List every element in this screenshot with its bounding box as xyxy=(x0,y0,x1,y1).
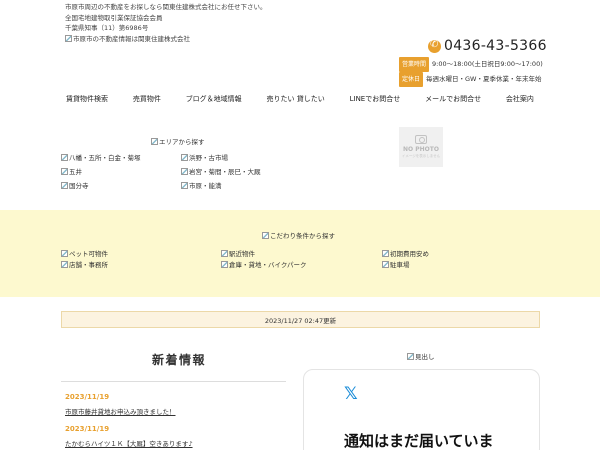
area-link-label: 浜野・古市場 xyxy=(189,154,228,162)
holiday-text: 毎週水曜日・GW・夏季休業・年末年始 xyxy=(426,75,542,83)
area-link-yawata[interactable]: 八幡・五所・白金・菊塚 xyxy=(61,152,141,162)
header-info: 市原市周辺の不動産をお探しなら関東住建株式会社にお任せ下さい。 全国宅地建物取引… xyxy=(65,2,267,44)
business-hours: 営業時間 9:00～18:00(土日祝日9:00～17:00) 定休日 毎週水曜… xyxy=(399,57,543,87)
header-license: 千葉県知事（11）第6986号 xyxy=(65,24,149,32)
broken-image-icon xyxy=(221,249,228,257)
hours-row: 営業時間 9:00～18:00(土日祝日9:00～17:00) xyxy=(399,57,543,72)
news-date: 2023/11/19 xyxy=(65,425,110,433)
news-divider xyxy=(61,381,286,382)
feature-link-label: 駅近物件 xyxy=(229,250,255,258)
broken-image-icon xyxy=(382,249,389,257)
broken-image-icon xyxy=(262,231,269,239)
hours-tag: 営業時間 xyxy=(399,57,430,72)
no-photo-title: NO PHOTO xyxy=(403,146,439,153)
area-link-label: 五井 xyxy=(69,168,82,176)
broken-image-icon xyxy=(181,167,188,175)
global-nav: 賃貸物件検索 売買物件 ブログ＆地域情報 売りたい 貸したい LINEでお問合せ… xyxy=(60,90,540,108)
feature-link-label: 倉庫・貸地・バイクパーク xyxy=(229,261,307,269)
feature-link-label: 店舗・事務所 xyxy=(69,261,108,269)
no-photo-subtitle: イメージを表示しません xyxy=(401,154,441,158)
camera-icon xyxy=(415,135,427,144)
broken-image-icon xyxy=(65,35,72,43)
feature-link-label: 初期費用安め xyxy=(390,250,429,258)
company-logo[interactable]: 市原市の不動産情報は関東住建株式会社 xyxy=(65,34,267,45)
header-association: 全国宅地建物取引業保証協会会員 xyxy=(65,13,163,22)
broken-image-icon xyxy=(221,260,228,268)
company-logo-alt: 市原市の不動産情報は関東住建株式会社 xyxy=(73,34,190,43)
nav-sell-lease[interactable]: 売りたい 貸したい xyxy=(261,94,331,104)
holiday-tag: 定休日 xyxy=(399,72,424,87)
last-updated-text: 2023/11/27 02:47更新 xyxy=(264,316,337,325)
sidebar-heading: 見出し xyxy=(407,351,435,361)
no-photo-placeholder: NO PHOTO イメージを表示しません xyxy=(399,127,443,167)
area-link-iwasaki[interactable]: 岩宮・菊間・辰巳・大厩 xyxy=(181,166,261,176)
feature-link-parking[interactable]: 駐車場 xyxy=(382,259,410,269)
hours-text: 9:00～18:00(土日祝日9:00～17:00) xyxy=(432,60,543,68)
nav-rental-search[interactable]: 賃貸物件検索 xyxy=(60,94,114,104)
feature-link-warehouse[interactable]: 倉庫・貸地・バイクパーク xyxy=(221,259,307,269)
nav-company[interactable]: 会社案内 xyxy=(500,94,540,104)
feature-link-label: ペット可物件 xyxy=(69,250,108,258)
x-timeline-widget[interactable]: 𝕏 通知はまだ届いていま xyxy=(303,369,540,450)
broken-image-icon xyxy=(181,153,188,161)
header-tagline: 市原市周辺の不動産をお探しなら関東住建株式会社にお任せ下さい。 xyxy=(65,3,267,11)
broken-image-icon xyxy=(407,352,414,360)
area-link-hamano[interactable]: 浜野・古市場 xyxy=(181,152,228,162)
x-logo-icon[interactable]: 𝕏 xyxy=(344,384,358,404)
area-search-title-text: エリアから探す xyxy=(159,138,205,146)
news-heading: 新着情報 xyxy=(152,353,207,367)
phone-number[interactable]: 0436-43-5366 xyxy=(444,38,547,54)
phone-contact[interactable]: 0436-43-5366 xyxy=(428,38,547,54)
area-link-label: 国分寺 xyxy=(69,182,89,190)
feature-link-label: 駐車場 xyxy=(390,261,410,269)
news-link[interactable]: 市原市藤井貸地お申込み頂きました！ xyxy=(65,406,176,416)
area-search-title: エリアから探す xyxy=(151,136,205,146)
broken-image-icon xyxy=(61,153,68,161)
feature-link-station[interactable]: 駅近物件 xyxy=(221,248,255,258)
news-date: 2023/11/19 xyxy=(65,393,110,401)
x-empty-notice: 通知はまだ届いていま xyxy=(344,432,494,450)
feature-search-title-text: こだわり条件から探す xyxy=(270,232,335,240)
nav-sale-properties[interactable]: 売買物件 xyxy=(127,94,167,104)
broken-image-icon xyxy=(61,181,68,189)
news-link[interactable]: たかむらハイツ１Ｋ【大厩】空きあります♪ xyxy=(65,438,193,448)
broken-image-icon xyxy=(181,181,188,189)
last-updated-bar: 2023/11/27 02:47更新 xyxy=(61,311,540,328)
area-link-label: 市原・能満 xyxy=(189,182,222,190)
sidebar-heading-text: 見出し xyxy=(415,353,435,361)
area-link-ichihara[interactable]: 市原・能満 xyxy=(181,180,222,190)
holiday-row: 定休日 毎週水曜日・GW・夏季休業・年末年始 xyxy=(399,72,543,87)
area-link-kokubunji[interactable]: 国分寺 xyxy=(61,180,89,190)
broken-image-icon xyxy=(61,260,68,268)
nav-mail-contact[interactable]: メールでお問合せ xyxy=(419,94,487,104)
feature-link-store-office[interactable]: 店舗・事務所 xyxy=(61,259,108,269)
page: 市原市周辺の不動産をお探しなら関東住建株式会社にお任せ下さい。 全国宅地建物取引… xyxy=(0,0,600,450)
feature-link-pet[interactable]: ペット可物件 xyxy=(61,248,108,258)
phone-icon xyxy=(428,39,441,53)
nav-line-contact[interactable]: LINEでお問合せ xyxy=(344,94,407,104)
feature-link-low-cost[interactable]: 初期費用安め xyxy=(382,248,429,258)
broken-image-icon xyxy=(61,167,68,175)
broken-image-icon xyxy=(382,260,389,268)
area-link-goi[interactable]: 五井 xyxy=(61,166,82,176)
nav-blog[interactable]: ブログ＆地域情報 xyxy=(180,94,248,104)
broken-image-icon xyxy=(61,249,68,257)
feature-search-title: こだわり条件から探す xyxy=(262,230,335,240)
broken-image-icon xyxy=(151,137,158,145)
area-link-label: 岩宮・菊間・辰巳・大厩 xyxy=(189,168,261,176)
area-link-label: 八幡・五所・白金・菊塚 xyxy=(69,154,141,162)
